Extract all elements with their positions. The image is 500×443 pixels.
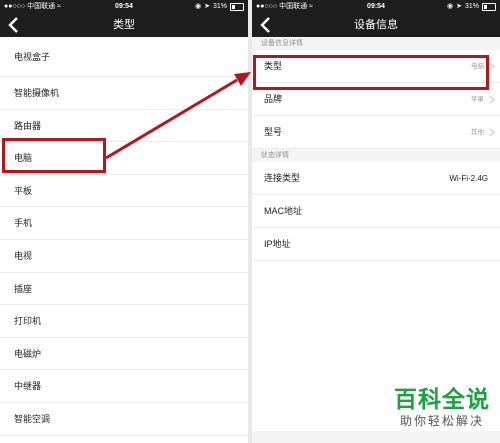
- page-title: 类型: [113, 19, 135, 31]
- watermark-title: 百科全说: [394, 386, 490, 412]
- type-item[interactable]: 电视: [0, 240, 248, 273]
- type-item[interactable]: 智能空调: [0, 403, 248, 436]
- row-label: 型号: [264, 127, 283, 137]
- type-item[interactable]: 智能摄像机: [0, 77, 248, 110]
- row-ip-address: IP地址: [252, 228, 500, 261]
- chevron-right-icon: [489, 62, 495, 71]
- watermark-subtitle: 助你轻松解决: [399, 414, 484, 428]
- highlight-box-type-row: [253, 55, 489, 90]
- status-bar: ●●○○○ 中国联通 ≈ 09:54 ◉ ➤ 31%: [0, 0, 248, 13]
- type-list: 电视盒子 智能摄像机 路由器 电脑 平板 手机 电视 插座 打印机 电磁炉 中继…: [0, 37, 248, 436]
- type-item[interactable]: 平板: [0, 175, 248, 208]
- chevron-right-icon: [489, 128, 495, 137]
- row-value: Wi-Fi-2.4G: [449, 174, 488, 183]
- type-item[interactable]: 中继器: [0, 370, 248, 403]
- battery-percent: 31%: [212, 3, 227, 10]
- row-value: 其他: [471, 129, 484, 136]
- location-icon: ➤: [204, 3, 210, 10]
- row-mac-address: MAC地址: [252, 195, 500, 228]
- type-item[interactable]: 电视盒子: [0, 37, 248, 77]
- battery-level-fill: [232, 4, 236, 9]
- row-label: MAC地址: [264, 206, 302, 216]
- row-model[interactable]: 型号 其他: [252, 116, 500, 149]
- battery-level-fill: [484, 4, 488, 9]
- row-label: 品牌: [264, 94, 283, 104]
- nav-bar: 类型: [0, 13, 248, 37]
- type-item[interactable]: 打印机: [0, 305, 248, 338]
- rotation-lock-icon: ◉: [195, 3, 202, 10]
- highlight-box-computer: [2, 138, 106, 173]
- type-item[interactable]: 电磁炉: [0, 338, 248, 371]
- battery-icon: [230, 2, 244, 11]
- row-connection-type: 连接类型 Wi-Fi-2.4G: [252, 162, 500, 195]
- location-icon: ➤: [456, 3, 462, 10]
- left-screen: ●●○○○ 中国联通 ≈ 09:54 ◉ ➤ 31% 类型 电视盒子 智能摄像机…: [0, 0, 248, 443]
- type-item[interactable]: 插座: [0, 273, 248, 306]
- row-label: 连接类型: [264, 173, 301, 183]
- battery-percent: 31%: [464, 3, 479, 10]
- chevron-right-icon: [489, 95, 495, 104]
- rotation-lock-icon: ◉: [447, 3, 454, 10]
- section-header-status: 状态详情: [252, 149, 500, 162]
- watermark-logo: 百科全说 助你轻松解决: [394, 385, 490, 429]
- battery-icon: [482, 2, 496, 11]
- status-bar: ●●○○○ 中国联通 ≈ 09:54 ◉ ➤ 31%: [252, 0, 500, 13]
- section-header-device-info: 设备信息详情: [252, 37, 500, 50]
- nav-bar: 设备信息: [252, 13, 500, 37]
- row-label: IP地址: [264, 239, 291, 249]
- page-title: 设备信息: [354, 19, 398, 31]
- type-item[interactable]: 手机: [0, 207, 248, 240]
